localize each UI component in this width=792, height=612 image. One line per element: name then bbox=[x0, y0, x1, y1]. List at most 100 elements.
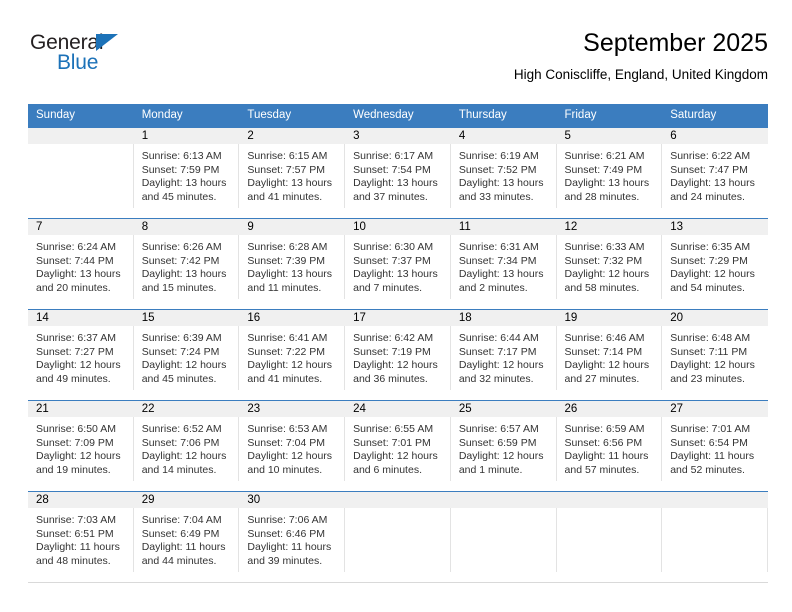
daylight-text-line2: and 41 minutes. bbox=[247, 190, 323, 203]
day-cell[interactable]: 2 Sunrise: 6:15 AM Sunset: 7:57 PM Daylight… bbox=[239, 127, 346, 219]
day-cell[interactable]: 3 Sunrise: 6:17 AM Sunset: 7:54 PM Daylight… bbox=[345, 127, 451, 219]
day-cell-details: Sunrise: 6:17 AM Sunset: 7:54 PM Daylight:… bbox=[345, 144, 451, 208]
daylight-text-line2: and 20 minutes. bbox=[36, 281, 111, 294]
sunrise-text: Sunrise: 6:17 AM bbox=[353, 150, 434, 162]
day-cell[interactable]: 23 Sunrise: 6:53 AM Sunset: 7:04 PM Dayligh… bbox=[239, 400, 346, 492]
daylight-text-line1: Daylight: 11 hours bbox=[36, 541, 120, 553]
sunset-text: Sunset: 7:01 PM bbox=[353, 436, 431, 449]
sunset-text: Sunset: 7:54 PM bbox=[353, 163, 431, 176]
day-cell-details: Sunrise: 6:35 AM Sunset: 7:29 PM Daylight:… bbox=[662, 235, 768, 299]
day-cell[interactable]: 18 Sunrise: 6:44 AM Sunset: 7:17 PM Dayligh… bbox=[450, 309, 557, 401]
day-number bbox=[451, 492, 557, 508]
day-cell-details: Sunrise: 6:15 AM Sunset: 7:57 PM Daylight:… bbox=[239, 144, 346, 208]
page-title: September 2025 bbox=[583, 29, 768, 57]
day-cell[interactable]: 10 Sunrise: 6:30 AM Sunset: 7:37 PM Dayligh… bbox=[345, 218, 451, 310]
sunset-text: Sunset: 7:42 PM bbox=[141, 254, 220, 267]
weekday-header-friday: Friday bbox=[556, 104, 663, 128]
day-number-band: 10 bbox=[345, 219, 451, 235]
day-number: 16 bbox=[247, 312, 261, 324]
day-cell-details: Sunrise: 6:33 AM Sunset: 7:32 PM Daylight:… bbox=[557, 235, 663, 299]
sunrise-text: Sunrise: 7:03 AM bbox=[36, 514, 116, 526]
day-cell[interactable]: 30 Sunrise: 7:06 AM Sunset: 6:46 PM Dayligh… bbox=[239, 491, 346, 583]
day-cell[interactable]: 17 Sunrise: 6:42 AM Sunset: 7:19 PM Dayligh… bbox=[345, 309, 451, 401]
day-number: 6 bbox=[670, 130, 677, 142]
day-number-band: 21 bbox=[28, 401, 134, 417]
daylight-text-line1: Daylight: 13 hours bbox=[141, 268, 227, 280]
day-cell[interactable]: 4 Sunrise: 6:19 AM Sunset: 7:52 PM Daylight… bbox=[450, 127, 557, 219]
day-cell[interactable]: 13 Sunrise: 6:35 AM Sunset: 7:29 PM Dayligh… bbox=[662, 218, 768, 310]
day-cell[interactable]: 9 Sunrise: 6:28 AM Sunset: 7:39 PM Daylight… bbox=[239, 218, 346, 310]
daylight-text-line2: and 58 minutes. bbox=[564, 281, 640, 294]
day-number bbox=[28, 128, 134, 144]
daylight-text-line2: and 41 minutes. bbox=[247, 372, 323, 385]
day-cell-empty bbox=[450, 491, 557, 583]
day-cell[interactable]: 26 Sunrise: 6:59 AM Sunset: 6:56 PM Dayligh… bbox=[556, 400, 663, 492]
day-cell[interactable]: 29 Sunrise: 7:04 AM Sunset: 6:49 PM Dayligh… bbox=[133, 491, 240, 583]
sunset-text: Sunset: 7:37 PM bbox=[353, 254, 431, 267]
day-cell[interactable]: 5 Sunrise: 6:21 AM Sunset: 7:49 PM Daylight… bbox=[556, 127, 663, 219]
day-number: 11 bbox=[458, 221, 471, 233]
day-number: 2 bbox=[247, 130, 254, 142]
day-cell[interactable]: 1 Sunrise: 6:13 AM Sunset: 7:59 PM Daylight… bbox=[133, 127, 240, 219]
day-cell[interactable]: 7 Sunrise: 6:24 AM Sunset: 7:44 PM Daylight… bbox=[28, 218, 134, 310]
day-cell[interactable]: 24 Sunrise: 6:55 AM Sunset: 7:01 PM Dayligh… bbox=[345, 400, 451, 492]
day-cell[interactable]: 20 Sunrise: 6:48 AM Sunset: 7:11 PM Dayligh… bbox=[662, 309, 768, 401]
logo-text-blue: Blue bbox=[57, 51, 99, 74]
weekday-header-saturday: Saturday bbox=[662, 104, 768, 128]
day-cell-empty bbox=[345, 491, 451, 583]
sunset-text: Sunset: 7:17 PM bbox=[458, 345, 537, 358]
sunrise-text: Sunrise: 6:59 AM bbox=[564, 423, 645, 435]
daylight-text-line1: Daylight: 13 hours bbox=[564, 177, 650, 189]
day-cell[interactable]: 11 Sunrise: 6:31 AM Sunset: 7:34 PM Dayligh… bbox=[450, 218, 557, 310]
day-cell[interactable]: 8 Sunrise: 6:26 AM Sunset: 7:42 PM Daylight… bbox=[133, 218, 240, 310]
daylight-text-line2: and 49 minutes. bbox=[36, 372, 111, 385]
day-cell-details: Sunrise: 6:24 AM Sunset: 7:44 PM Daylight:… bbox=[28, 235, 134, 299]
daylight-text-line1: Daylight: 12 hours bbox=[353, 359, 438, 371]
day-number-band: 4 bbox=[450, 128, 557, 144]
page-header: General Blue September 2025 High Coniscl… bbox=[28, 28, 768, 98]
day-cell[interactable]: 15 Sunrise: 6:39 AM Sunset: 7:24 PM Dayligh… bbox=[133, 309, 240, 401]
day-number: 18 bbox=[458, 312, 472, 324]
day-cell[interactable]: 14 Sunrise: 6:37 AM Sunset: 7:27 PM Dayligh… bbox=[28, 309, 134, 401]
day-number: 10 bbox=[353, 221, 366, 233]
day-cell[interactable]: 6 Sunrise: 6:22 AM Sunset: 7:47 PM Daylight… bbox=[662, 127, 768, 219]
general-blue-logo[interactable]: General Blue bbox=[30, 32, 200, 88]
calendar-week-row: 28 Sunrise: 7:03 AM Sunset: 6:51 PM Dayligh… bbox=[28, 491, 768, 583]
day-cell[interactable]: 25 Sunrise: 6:57 AM Sunset: 6:59 PM Dayligh… bbox=[450, 400, 557, 492]
daylight-text-line2: and 33 minutes. bbox=[458, 190, 534, 203]
calendar-week-row: 7 Sunrise: 6:24 AM Sunset: 7:44 PM Daylight… bbox=[28, 218, 768, 310]
day-number-band: 8 bbox=[133, 219, 240, 235]
daylight-text-line2: and 54 minutes. bbox=[670, 281, 745, 294]
day-cell-details bbox=[345, 508, 451, 572]
daylight-text-line2: and 2 minutes. bbox=[458, 281, 528, 294]
day-number: 14 bbox=[36, 312, 49, 324]
day-number: 26 bbox=[564, 403, 578, 415]
daylight-text-line2: and 44 minutes. bbox=[141, 554, 217, 567]
day-cell[interactable]: 12 Sunrise: 6:33 AM Sunset: 7:32 PM Dayligh… bbox=[556, 218, 663, 310]
day-cell[interactable]: 16 Sunrise: 6:41 AM Sunset: 7:22 PM Dayligh… bbox=[239, 309, 346, 401]
sunset-text: Sunset: 6:51 PM bbox=[36, 527, 114, 540]
daylight-text-line2: and 39 minutes. bbox=[247, 554, 323, 567]
day-number-band: 18 bbox=[450, 310, 557, 326]
sunrise-text: Sunrise: 6:26 AM bbox=[141, 241, 222, 253]
day-number-band: 13 bbox=[662, 219, 768, 235]
day-cell[interactable]: 27 Sunrise: 7:01 AM Sunset: 6:54 PM Dayligh… bbox=[662, 400, 768, 492]
sunset-text: Sunset: 7:49 PM bbox=[564, 163, 643, 176]
day-cell[interactable]: 28 Sunrise: 7:03 AM Sunset: 6:51 PM Dayligh… bbox=[28, 491, 134, 583]
daylight-text-line1: Daylight: 12 hours bbox=[670, 359, 755, 371]
day-number: 23 bbox=[247, 403, 261, 415]
day-number-band: 26 bbox=[556, 401, 663, 417]
day-cell-details: Sunrise: 6:55 AM Sunset: 7:01 PM Daylight:… bbox=[345, 417, 451, 481]
day-number-band: 14 bbox=[28, 310, 134, 326]
day-cell-empty bbox=[556, 491, 663, 583]
day-cell[interactable]: 21 Sunrise: 6:50 AM Sunset: 7:09 PM Dayligh… bbox=[28, 400, 134, 492]
day-cell-details: Sunrise: 6:31 AM Sunset: 7:34 PM Daylight:… bbox=[451, 235, 557, 299]
day-cell[interactable]: 19 Sunrise: 6:46 AM Sunset: 7:14 PM Dayligh… bbox=[556, 309, 663, 401]
day-number: 4 bbox=[458, 130, 466, 142]
day-number: 8 bbox=[141, 221, 149, 233]
sunrise-text: Sunrise: 6:22 AM bbox=[670, 150, 751, 162]
calendar-body: 1 Sunrise: 6:13 AM Sunset: 7:59 PM Daylight… bbox=[28, 127, 768, 583]
sunrise-text: Sunrise: 6:52 AM bbox=[141, 423, 222, 435]
day-cell-details: Sunrise: 7:03 AM Sunset: 6:51 PM Daylight:… bbox=[28, 508, 134, 572]
day-cell[interactable]: 22 Sunrise: 6:52 AM Sunset: 7:06 PM Dayligh… bbox=[133, 400, 240, 492]
